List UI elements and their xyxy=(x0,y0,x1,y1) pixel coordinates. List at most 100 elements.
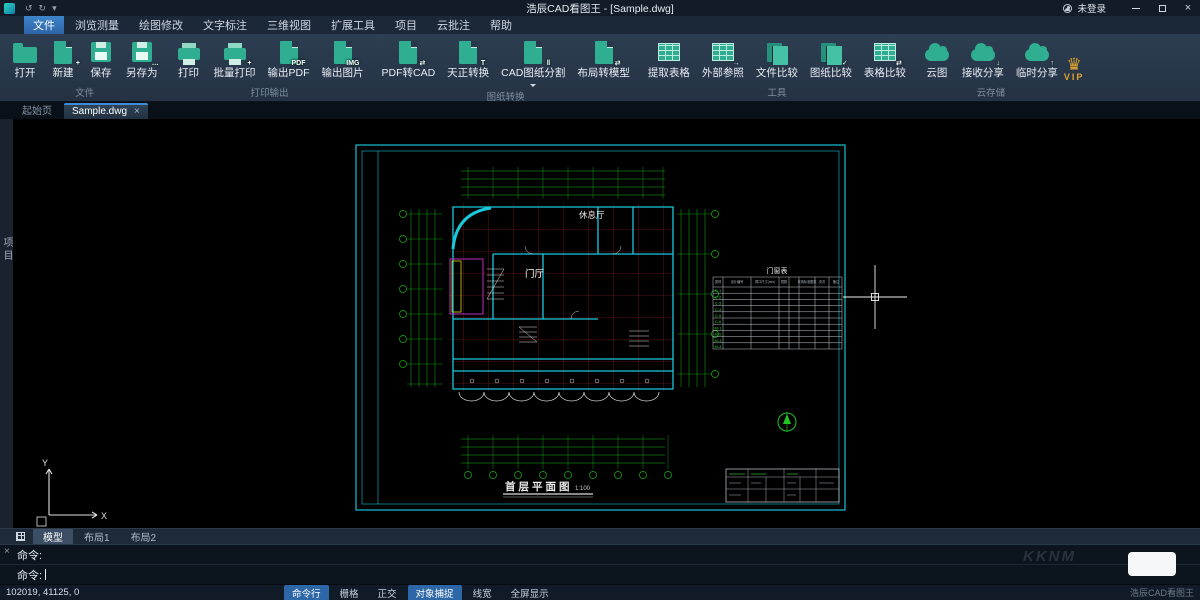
plan-scale: 1:100 xyxy=(575,486,591,492)
minimize-button[interactable] xyxy=(1124,0,1148,16)
toggle-fullscreen[interactable]: 全屏显示 xyxy=(503,585,557,600)
close-button[interactable]: × xyxy=(1176,0,1200,16)
toggle-lineweight[interactable]: 线宽 xyxy=(465,585,500,600)
vip-button[interactable]: ♛ VIP xyxy=(1064,36,1085,101)
toggle-command-line[interactable]: 命令行 xyxy=(284,585,329,600)
north-arrow xyxy=(778,412,796,432)
ucs-x-label: X xyxy=(101,511,107,521)
ribbon-group-drawing-convert: ⇄ PDF转CAD T 天正转换 ‖ CAD图纸分割 ⇄ 布局转模型 图纸转换 xyxy=(376,36,636,101)
status-toggles: 命令行 栅格 正交 对象捕捉 线宽 全屏显示 xyxy=(284,585,557,600)
new-file-icon xyxy=(54,41,72,64)
toggle-object-snap[interactable]: 对象捕捉 xyxy=(408,585,462,600)
layout-tab-bar: 模型 布局1 布局2 xyxy=(0,528,1200,544)
ribbon-button-receive-share[interactable]: ↓ 接收分享 xyxy=(956,36,1010,82)
ribbon-button-table-compare[interactable]: ⇄ 表格比较 xyxy=(858,36,912,82)
arcade-scallops xyxy=(459,392,659,401)
maximize-button[interactable] xyxy=(1150,0,1174,16)
vip-label: VIP xyxy=(1064,72,1085,82)
menu-text-annotate[interactable]: 文字标注 xyxy=(194,15,256,35)
toggle-grid[interactable]: 栅格 xyxy=(332,585,367,600)
redo-icon[interactable]: ↻ xyxy=(39,3,47,14)
ribbon-group-cloud: 云图 ↓ 接收分享 ↑ 临时分享 云存储 xyxy=(918,36,1064,101)
vip-crown-icon: ♛ xyxy=(1066,57,1081,72)
svg-text:樘数: 樘数 xyxy=(781,279,788,284)
ribbon-group-tools: 提取表格 → 外部参照 文件比较 ✓ 图纸比较 ⇄ 表格比较 xyxy=(642,36,912,101)
tab-close-icon[interactable]: × xyxy=(134,106,140,117)
brand-text: 浩辰CAD看图王 xyxy=(1130,586,1194,599)
titlebar: ↺ ↻ ▾ 浩辰CAD看图王 - [Sample.dwg] 未登录 × xyxy=(0,0,1200,16)
menu-extended-tools[interactable]: 扩展工具 xyxy=(322,15,384,35)
login-status[interactable]: 未登录 xyxy=(1077,1,1106,15)
batch-print-icon xyxy=(224,48,246,60)
menu-3d-view[interactable]: 三维视图 xyxy=(258,15,320,35)
ribbon-button-new[interactable]: + 新建 xyxy=(44,36,82,82)
tab-start-page[interactable]: 起始页 xyxy=(14,100,60,119)
menu-draw-modify[interactable]: 绘图修改 xyxy=(130,15,192,35)
toggle-ortho[interactable]: 正交 xyxy=(370,585,405,600)
ribbon-button-open[interactable]: 打开 xyxy=(6,36,44,82)
ribbon-group-print-output: 打印 + 批量打印 PDF 输出PDF IMG 输出图片 打印输出 xyxy=(170,36,370,101)
user-icon[interactable] xyxy=(1063,4,1072,13)
tab-model[interactable]: 模型 xyxy=(33,529,73,544)
ribbon-button-export-pdf[interactable]: PDF 输出PDF xyxy=(262,36,316,82)
ribbon-button-export-image[interactable]: IMG 输出图片 xyxy=(316,36,370,82)
room-label-entrance-hall: 门厅 xyxy=(525,268,545,280)
svg-text:M-4: M-4 xyxy=(715,344,723,349)
ribbon-button-cad-split[interactable]: ‖ CAD图纸分割 xyxy=(495,36,571,89)
ribbon-button-drawing-compare[interactable]: ✓ 图纸比较 xyxy=(804,36,858,82)
ribbon-button-tianzheng-convert[interactable]: T 天正转换 xyxy=(441,36,495,82)
ribbon-button-layout-to-model[interactable]: ⇄ 布局转模型 xyxy=(571,36,636,82)
watermark-box xyxy=(1128,552,1176,576)
drawing-compare-icon xyxy=(821,43,836,62)
window-title: 浩辰CAD看图王 - [Sample.dwg] xyxy=(0,1,1200,16)
plan-title: 首层平面图 xyxy=(505,480,573,493)
menu-file[interactable]: 文件 xyxy=(24,15,64,35)
ribbon-button-external-reference[interactable]: → 外部参照 xyxy=(696,36,750,82)
titlebar-right: 未登录 × xyxy=(1063,0,1200,16)
room-label-rest-hall: 休息厅 xyxy=(579,210,605,220)
app-window: ↺ ↻ ▾ 浩辰CAD看图王 - [Sample.dwg] 未登录 × 文件 浏… xyxy=(0,0,1200,600)
tab-sample-dwg[interactable]: Sample.dwg × xyxy=(64,103,148,119)
ribbon-button-save-as[interactable]: … 另存为 xyxy=(120,36,164,82)
cursor-coordinates: 102019, 41125, 0 xyxy=(6,587,116,598)
cad-split-dropdown-icon[interactable] xyxy=(530,84,536,87)
group-label-tools: 工具 xyxy=(767,85,786,101)
ribbon-button-file-compare[interactable]: 文件比较 xyxy=(750,36,804,82)
ribbon-button-print[interactable]: 打印 xyxy=(170,36,208,82)
command-input-line[interactable]: 命令: xyxy=(0,565,1200,584)
menu-help[interactable]: 帮助 xyxy=(481,15,521,35)
project-panel-tab[interactable]: 项目 xyxy=(0,119,13,528)
group-label-cloud: 云存储 xyxy=(977,85,1006,101)
undo-icon[interactable]: ↺ xyxy=(25,3,33,14)
ribbon-button-extract-table[interactable]: 提取表格 xyxy=(642,36,696,82)
ribbon-button-batch-print[interactable]: + 批量打印 xyxy=(208,36,262,82)
svg-text:页次: 页次 xyxy=(819,279,826,284)
menu-cloud-annotate[interactable]: 云批注 xyxy=(428,15,479,35)
svg-text:备注: 备注 xyxy=(833,279,840,284)
svg-text:C-3: C-3 xyxy=(715,301,722,306)
menu-browse-measure[interactable]: 浏览测量 xyxy=(66,15,128,35)
pdf-to-cad-icon xyxy=(399,41,417,64)
svg-text:C-6: C-6 xyxy=(715,319,722,324)
statusbar: 102019, 41125, 0 命令行 栅格 正交 对象捕捉 线宽 全屏显示 … xyxy=(0,584,1200,600)
ribbon-button-temp-share[interactable]: ↑ 临时分享 xyxy=(1010,36,1064,82)
svg-text:洞口尺寸(mm): 洞口尺寸(mm) xyxy=(755,279,775,284)
command-prompt: 命令: xyxy=(17,567,42,583)
save-as-icon xyxy=(132,42,152,62)
ribbon-button-pdf-to-cad[interactable]: ⇄ PDF转CAD xyxy=(376,36,442,82)
drawing-canvas[interactable]: 休息厅 门厅 门窗表 类别 设计编号 洞口尺寸(mm) 樘数 xyxy=(13,119,1200,528)
menu-project[interactable]: 项目 xyxy=(386,15,426,35)
file-compare-icon xyxy=(767,43,782,62)
ribbon-button-save[interactable]: 保存 xyxy=(82,36,120,82)
tab-layout2[interactable]: 布局2 xyxy=(121,529,167,544)
table-compare-icon xyxy=(874,43,896,61)
receive-share-icon xyxy=(971,49,995,61)
ucs-icon: Y X xyxy=(37,458,107,526)
model-grid-icon xyxy=(16,532,25,541)
qat-dropdown-icon[interactable]: ▾ xyxy=(52,3,57,14)
ribbon-button-cloud-drawing[interactable]: 云图 xyxy=(918,36,956,82)
command-close-icon[interactable]: × xyxy=(4,546,10,557)
tab-layout1[interactable]: 布局1 xyxy=(74,529,120,544)
title-block xyxy=(726,469,839,502)
external-reference-icon xyxy=(712,43,734,61)
